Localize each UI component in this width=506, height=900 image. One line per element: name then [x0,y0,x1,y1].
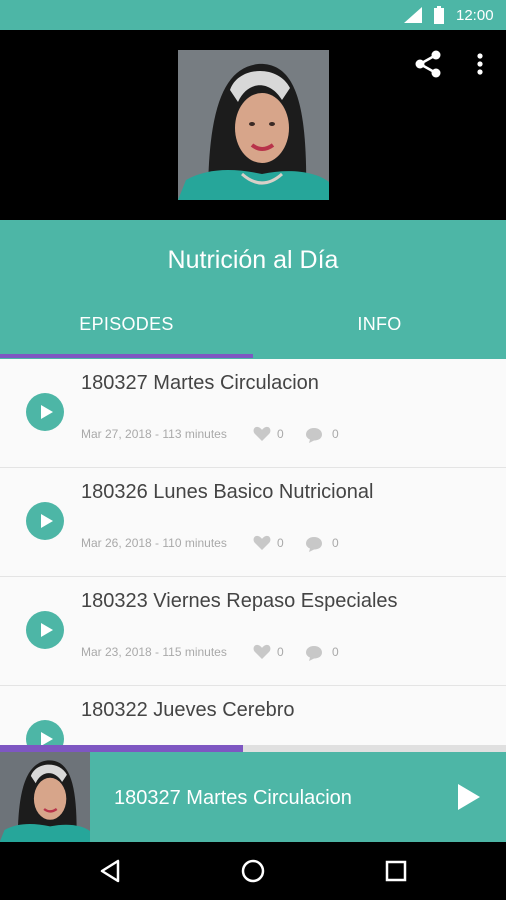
episode-meta: Mar 23, 2018 - 115 minutes [81,645,227,659]
signal-icon [404,7,422,23]
comment-count: 0 [332,536,339,550]
episode-row[interactable]: 180322 Jueves Cerebro [0,686,506,745]
play-icon[interactable] [456,782,482,812]
podcast-cover-art [178,50,329,200]
episode-row[interactable]: 180323 Viernes Repaso Especiales Mar 23,… [0,577,506,686]
playback-progress-fill [0,745,243,752]
episode-meta: Mar 26, 2018 - 110 minutes [81,536,227,550]
comment-count: 0 [332,645,339,659]
episode-title: 180327 Martes Circulacion [81,372,319,394]
episode-row[interactable]: 180327 Martes Circulacion Mar 27, 2018 -… [0,359,506,468]
comment-icon[interactable] [305,645,323,661]
episode-play-button[interactable] [26,720,64,745]
comment-count: 0 [332,427,339,441]
episode-title: 180322 Jueves Cerebro [81,699,295,721]
podcast-title: Nutrición al Día [167,246,339,274]
episode-meta: Mar 27, 2018 - 113 minutes [81,427,227,441]
home-icon[interactable] [240,858,266,884]
episode-list[interactable]: 180327 Martes Circulacion Mar 27, 2018 -… [0,359,506,745]
heart-icon[interactable] [253,644,271,660]
like-count: 0 [277,645,284,659]
episode-play-button[interactable] [26,502,64,540]
heart-icon[interactable] [253,535,271,551]
episode-row[interactable]: 180326 Lunes Basico Nutricional Mar 26, … [0,468,506,577]
title-bar: Nutrición al Día EPISODES INFO [0,220,506,359]
like-count: 0 [277,536,284,550]
comment-icon[interactable] [305,427,323,443]
now-playing-title: 180327 Martes Circulacion [114,787,352,809]
mini-player-artwork [0,752,90,842]
playback-progress[interactable] [0,745,506,752]
podcast-header [0,30,506,220]
tab-info[interactable]: INFO [253,314,506,335]
episode-play-button[interactable] [26,611,64,649]
heart-icon[interactable] [253,426,271,442]
share-icon[interactable] [412,48,444,80]
episode-title: 180326 Lunes Basico Nutricional [81,481,374,503]
battery-icon [434,6,444,24]
status-time: 12:00 [456,7,494,24]
episode-title: 180323 Viernes Repaso Especiales [81,590,398,612]
episode-play-button[interactable] [26,393,64,431]
play-icon [41,732,53,745]
mini-player[interactable]: 180327 Martes Circulacion [0,752,506,842]
system-nav-bar [0,842,506,900]
play-icon [41,514,53,528]
more-vert-icon[interactable] [466,48,494,80]
like-count: 0 [277,427,284,441]
play-icon [41,623,53,637]
back-icon[interactable] [98,858,124,884]
tab-episodes[interactable]: EPISODES [0,314,253,335]
play-icon [41,405,53,419]
comment-icon[interactable] [305,536,323,552]
tab-indicator [0,354,253,358]
recents-icon[interactable] [383,858,409,884]
status-bar: 12:00 [0,0,506,30]
